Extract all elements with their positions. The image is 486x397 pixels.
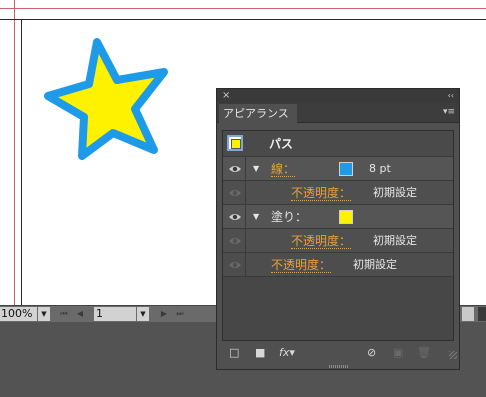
panel-titlebar[interactable]: × ‹‹ [217, 89, 459, 103]
appearance-list: パス ▼ 線： 8 pt 不透明度： 初期設定 ▼ 塗り： 不透明度： 初期設定… [222, 130, 454, 341]
panel-resize-grip[interactable] [449, 351, 457, 359]
status-scroll-box[interactable] [462, 307, 474, 321]
object-opacity-visibility-toggle[interactable] [223, 253, 246, 276]
stroke-color-swatch[interactable] [339, 162, 353, 176]
artboard-top-edge [0, 19, 486, 20]
add-new-stroke-icon[interactable]: □ [229, 346, 239, 360]
status-scroll-end[interactable] [478, 307, 486, 321]
fill-opacity-value: 初期設定 [373, 234, 417, 247]
fill-opacity-label-wrap[interactable]: 不透明度： [291, 229, 352, 253]
eye-icon [229, 262, 241, 268]
object-opacity-label[interactable]: 不透明度： [271, 258, 332, 273]
zoom-field[interactable]: 100% [0, 307, 37, 321]
stroke-opacity-label-wrap[interactable]: 不透明度： [291, 181, 352, 205]
collapse-icon[interactable]: ‹‹ [448, 89, 454, 103]
appearance-panel: × ‹‹ アピアランス ▾≡ パス ▼ 線： 8 pt 不透明度： 初期設定 ▼… [216, 88, 460, 370]
artboard-dropdown-icon[interactable]: ▼ [137, 307, 149, 321]
object-opacity-row[interactable]: 不透明度： 初期設定 [223, 253, 453, 277]
add-effect-icon[interactable]: fx▾ [279, 346, 295, 360]
panel-drag-grip[interactable] [329, 365, 349, 368]
stroke-row[interactable]: ▼ 線： 8 pt [223, 157, 453, 181]
stroke-opacity-value: 初期設定 [373, 186, 417, 199]
star-path[interactable] [40, 36, 174, 164]
eye-icon [229, 238, 241, 244]
stroke-weight[interactable]: 8 pt [369, 157, 391, 181]
delete-item-icon[interactable]: 🗑 [417, 346, 431, 360]
close-icon[interactable]: × [222, 89, 230, 103]
fill-opacity-row[interactable]: 不透明度： 初期設定 [223, 229, 453, 253]
eye-icon [229, 214, 241, 220]
first-artboard-icon[interactable]: ⏮ [58, 308, 70, 320]
panel-tab-row: アピアランス ▾≡ [217, 103, 459, 123]
fill-expand-icon[interactable]: ▼ [253, 205, 259, 229]
artboard-number-field[interactable]: 1 [94, 307, 136, 321]
stroke-opacity-row[interactable]: 不透明度： 初期設定 [223, 181, 453, 205]
object-thumbnail-fill [231, 139, 241, 149]
add-new-fill-icon[interactable]: ■ [255, 346, 265, 360]
panel-menu-icon[interactable]: ▾≡ [443, 105, 455, 119]
appearance-header-row[interactable]: パス [223, 131, 453, 157]
next-artboard-icon[interactable]: ▶ [158, 308, 170, 320]
last-artboard-icon[interactable]: ⏭ [174, 308, 186, 320]
stroke-label-wrap[interactable]: 線： [271, 157, 296, 181]
object-opacity-label-wrap[interactable]: 不透明度： [271, 253, 332, 277]
stroke-expand-icon[interactable]: ▼ [253, 157, 259, 181]
stroke-opacity-visibility-toggle[interactable] [223, 181, 246, 204]
fill-label[interactable]: 塗り： [271, 205, 307, 229]
fill-row[interactable]: ▼ 塗り： [223, 205, 453, 229]
eye-icon [229, 166, 241, 172]
clear-appearance-icon[interactable]: ⊘ [367, 346, 376, 360]
tab-appearance[interactable]: アピアランス [219, 104, 297, 123]
artboard-left-edge [21, 19, 22, 305]
stroke-opacity-label[interactable]: 不透明度： [291, 186, 352, 201]
eye-icon [229, 190, 241, 196]
object-opacity-value: 初期設定 [353, 258, 397, 271]
fill-opacity-label[interactable]: 不透明度： [291, 234, 352, 249]
stroke-label[interactable]: 線： [271, 162, 296, 177]
previous-artboard-icon[interactable]: ◀ [74, 308, 86, 320]
object-thumbnail [227, 135, 243, 151]
fill-opacity-visibility-toggle[interactable] [223, 229, 246, 252]
stroke-visibility-toggle[interactable] [223, 157, 246, 180]
panel-footer-toolbar: □ ■ fx▾ ⊘ ▣ 🗑 [217, 343, 459, 363]
object-type-label: パス [269, 137, 294, 151]
duplicate-item-icon[interactable]: ▣ [393, 346, 403, 360]
artboard-bleed-left-line [14, 0, 15, 305]
artboard-bleed-top-line [0, 8, 486, 9]
fill-visibility-toggle[interactable] [223, 205, 246, 228]
zoom-dropdown-icon[interactable]: ▼ [38, 307, 50, 321]
fill-color-swatch[interactable] [339, 210, 353, 224]
